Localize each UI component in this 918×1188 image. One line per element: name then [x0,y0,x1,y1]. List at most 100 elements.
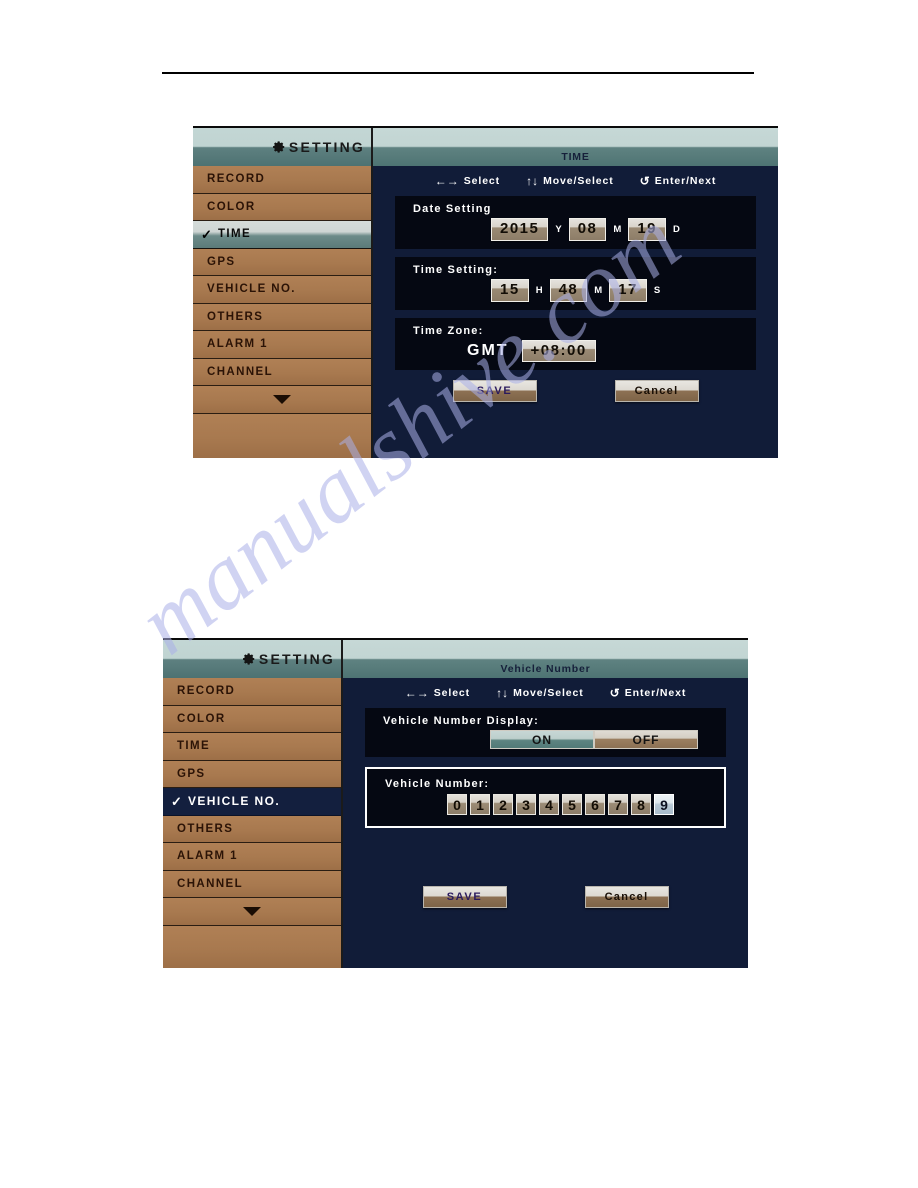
sidebar-item-record[interactable]: RECORD [163,678,341,706]
hint-enter-next: ↺ Enter/Next [610,687,687,699]
toggle-on-button[interactable]: ON [490,730,594,749]
date-field-row: 2015 Y 08 M 19 D [395,218,756,241]
enter-loop-icon: ↺ [639,174,650,188]
date-setting-block: Date Setting 2015 Y 08 M 19 D [395,196,756,249]
up-down-arrow-icon: ↑↓ [496,686,509,700]
second-field[interactable]: 17 [609,278,647,302]
time-zone-field-row: GMT +08:00 [395,339,756,363]
sidebar-scroll-down-button[interactable] [193,386,371,414]
left-right-arrow-icon: ←→ [434,174,459,188]
sidebar-title: SETTING [258,651,335,667]
action-button-row: SAVE Cancel [395,380,756,403]
page-title: TIME [561,151,590,163]
sidebar-item-label: GPS [177,767,206,780]
sidebar-title: SETTING [288,139,365,155]
digit-6[interactable]: 6 [585,794,605,815]
vehicle-number-display-toggle-group: ON OFF [365,730,726,749]
sidebar-item-label: TIME [218,228,252,241]
vehicle-number-display-label: Vehicle Number Display: [383,715,539,727]
digit-9[interactable]: 9 [654,794,674,815]
sidebar-item-channel[interactable]: CHANNEL [193,358,371,386]
panel-header: Vehicle Number [343,640,748,678]
digit-8[interactable]: 8 [631,794,651,815]
sidebar-item-label: OTHERS [207,310,264,323]
enter-loop-icon: ↺ [609,686,620,700]
action-button-row: SAVE Cancel [365,886,726,908]
hint-move-select: ↑↓ Move/Select [496,687,584,699]
sidebar-item-others[interactable]: OTHERS [193,303,371,331]
sidebar-item-color[interactable]: COLOR [193,193,371,221]
sidebar-item-time[interactable]: TIME [163,733,341,761]
save-button[interactable]: SAVE [422,886,507,908]
sidebar-filler [163,925,341,968]
time-zone-offset-field[interactable]: +08:00 [521,339,596,363]
hint-move-select: ↑↓ Move/Select [526,175,614,187]
hour-unit-label: H [535,284,543,296]
settings-main-panel: TIME ←→ Select ↑↓ Move/Select ↺ Enter/Ne… [373,128,778,458]
sidebar-item-others[interactable]: OTHERS [163,815,341,843]
page-header-rule [162,72,754,74]
digit-7[interactable]: 7 [608,794,628,815]
hint-select: ←→ Select [405,687,470,699]
sidebar-item-label: CHANNEL [207,365,274,378]
sidebar-item-label: COLOR [207,200,256,213]
cancel-button[interactable]: Cancel [614,380,699,403]
settings-main-panel: Vehicle Number ←→ Select ↑↓ Move/Select … [343,640,748,968]
sidebar-item-color[interactable]: COLOR [163,705,341,733]
sidebar-filler [193,413,371,458]
sidebar-item-alarm-1[interactable]: ALARM 1 [193,331,371,359]
sidebar-header: SETTING [163,640,341,678]
save-button[interactable]: SAVE [452,380,537,403]
sidebar-item-label: OTHERS [177,822,234,835]
year-unit-label: Y [555,223,562,235]
settings-sidebar: SETTING RECORD COLOR ✓ TIME GPS VEHICLE … [193,128,373,458]
sidebar-item-time[interactable]: ✓ TIME [193,221,371,249]
hint-label: Enter/Next [624,687,687,699]
sidebar-item-gps[interactable]: GPS [163,760,341,788]
sidebar-menu: RECORD COLOR ✓ TIME GPS VEHICLE NO. OTHE… [193,166,371,458]
sidebar-item-label: VEHICLE NO. [207,283,296,296]
sidebar-item-vehicle-no[interactable]: ✓ VEHICLE NO. [163,788,341,816]
panel-body: Vehicle Number Display: ON OFF Vehicle N… [343,708,748,968]
time-setting-label: Time Setting: [413,263,499,276]
year-field[interactable]: 2015 [491,218,549,241]
time-zone-label: Time Zone: [413,324,484,337]
vehicle-number-digits: 0 1 2 3 4 5 6 7 8 9 [367,794,724,815]
sidebar-item-record[interactable]: RECORD [193,166,371,194]
sidebar-item-label: GPS [207,255,236,268]
sidebar-item-alarm-1[interactable]: ALARM 1 [163,843,341,871]
hint-label: Select [463,175,501,187]
panel-header: TIME [373,128,778,166]
hint-enter-next: ↺ Enter/Next [640,175,717,187]
sidebar-item-label: TIME [177,740,211,753]
day-field[interactable]: 19 [628,218,667,241]
digit-1[interactable]: 1 [470,794,490,815]
hour-field[interactable]: 15 [491,278,529,302]
panel-body: Date Setting 2015 Y 08 M 19 D Time Setti… [373,196,778,458]
sidebar-scroll-down-button[interactable] [163,898,341,926]
month-field[interactable]: 08 [568,218,607,241]
digit-0[interactable]: 0 [447,794,467,815]
navigation-hints: ←→ Select ↑↓ Move/Select ↺ Enter/Next [373,166,778,196]
digit-3[interactable]: 3 [516,794,536,815]
time-zone-block: Time Zone: GMT +08:00 [395,317,756,371]
navigation-hints: ←→ Select ↑↓ Move/Select ↺ Enter/Next [343,678,748,708]
sidebar-item-label: RECORD [207,173,266,186]
sidebar-item-label: CHANNEL [177,877,244,890]
digit-5[interactable]: 5 [562,794,582,815]
check-icon: ✓ [201,226,214,242]
left-right-arrow-icon: ←→ [404,686,429,700]
sidebar-item-gps[interactable]: GPS [193,248,371,276]
digit-2[interactable]: 2 [493,794,513,815]
digit-4[interactable]: 4 [539,794,559,815]
minute-unit-label: M [594,284,603,296]
vehicle-number-block: Vehicle Number: 0 1 2 3 4 5 6 7 8 9 [365,767,726,828]
minute-field[interactable]: 48 [549,278,588,302]
sidebar-item-vehicle-no[interactable]: VEHICLE NO. [193,276,371,304]
month-unit-label: M [613,223,622,235]
chevron-down-icon [243,906,261,916]
sidebar-item-channel[interactable]: CHANNEL [163,870,341,898]
toggle-off-button[interactable]: OFF [594,730,698,749]
cancel-button[interactable]: Cancel [584,886,669,908]
sidebar-item-label: COLOR [177,712,226,725]
